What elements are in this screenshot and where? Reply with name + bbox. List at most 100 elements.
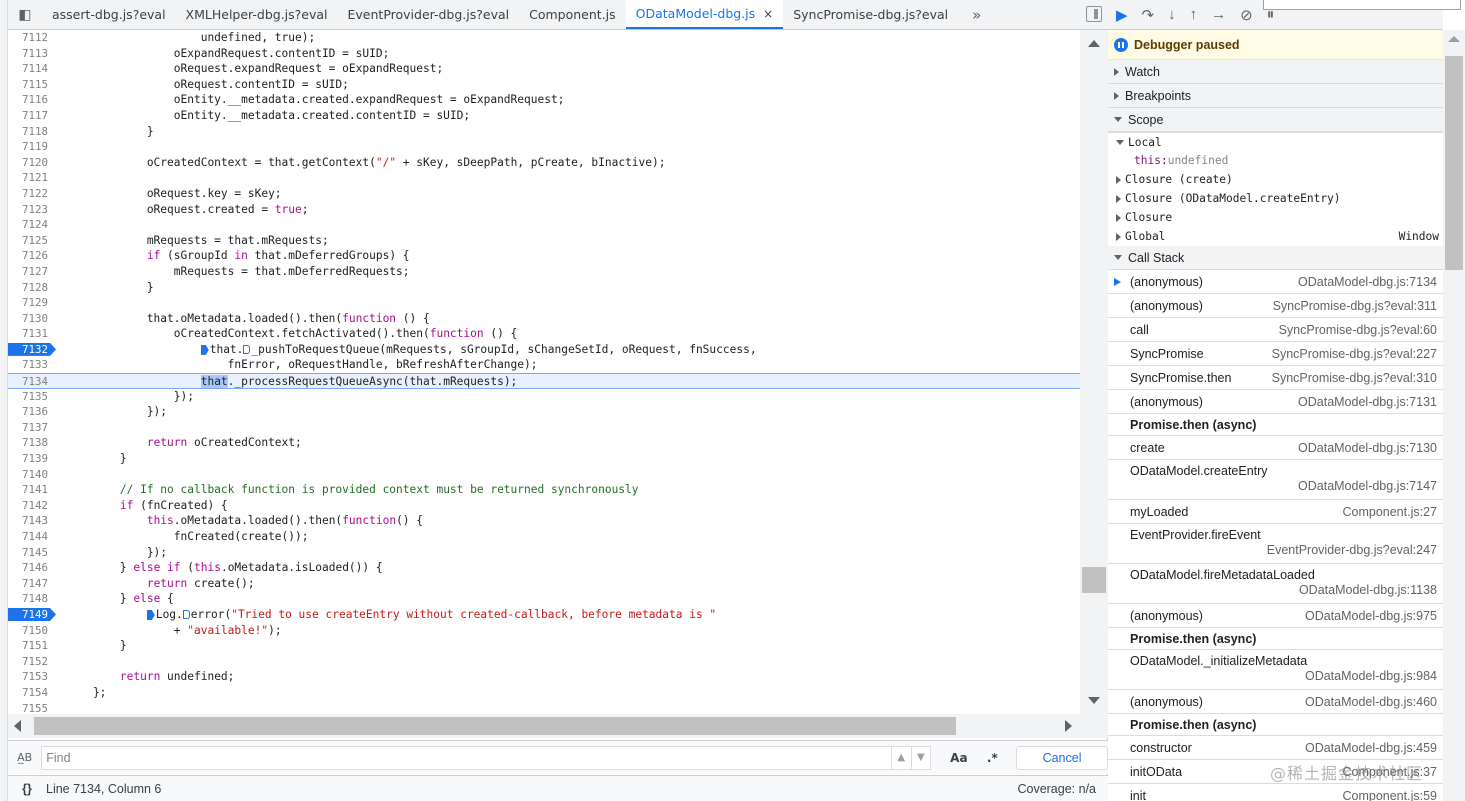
line-number[interactable]: 7141 — [8, 482, 54, 498]
tab-syncpromise-dbg-js-eval[interactable]: SyncPromise-dbg.js?eval — [783, 0, 958, 29]
code-line[interactable]: 7117 oEntity.__metadata.created.contentI… — [8, 108, 1080, 124]
scroll-thumb[interactable] — [1082, 567, 1106, 593]
regex-button[interactable]: .* — [981, 751, 1004, 765]
code-line[interactable]: 7118 } — [8, 124, 1080, 140]
code-line[interactable]: 7128 } — [8, 280, 1080, 296]
scope-group[interactable]: Closure — [1108, 208, 1443, 227]
scope-group[interactable]: Local — [1108, 132, 1443, 151]
scope-group[interactable]: Closure (ODataModel.createEntry) — [1108, 189, 1443, 208]
step-icon[interactable]: → — [1211, 6, 1226, 23]
line-number[interactable]: 7128 — [8, 280, 54, 296]
frame-location-link[interactable]: ODataModel-dbg.js:7134 — [1298, 275, 1437, 289]
code-line[interactable]: 7155 — [8, 701, 1080, 714]
call-frame[interactable]: SyncPromise.then SyncPromise-dbg.js?eval:… — [1108, 366, 1443, 390]
frame-location-link[interactable]: Component.js:37 — [1342, 765, 1437, 779]
editor-vertical-scrollbar[interactable] — [1080, 30, 1108, 714]
code-line[interactable]: 7146 } else if (this.oMetadata.isLoaded(… — [8, 560, 1080, 576]
frame-location-link[interactable]: Component.js:59 — [1342, 789, 1437, 801]
code-line[interactable]: 7124 — [8, 217, 1080, 233]
call-frame[interactable]: init Component.js:59 — [1108, 784, 1443, 801]
line-number[interactable]: 7139 — [8, 451, 54, 467]
find-previous-button[interactable]: ▲ — [891, 745, 912, 770]
step-into-icon[interactable]: ↓ — [1168, 6, 1176, 23]
code-line[interactable]: 7147 return create(); — [8, 576, 1080, 592]
sidebar-scroll-thumb[interactable] — [1445, 56, 1463, 270]
find-input[interactable] — [46, 750, 891, 765]
line-number[interactable]: 7142 — [8, 498, 54, 514]
call-frame[interactable]: myLoaded Component.js:27 — [1108, 500, 1443, 524]
code-line[interactable]: 7138 return oCreatedContext; — [8, 435, 1080, 451]
call-stack-section-header[interactable]: Call Stack — [1108, 246, 1443, 270]
code-line[interactable]: 7133 fnError, oRequestHandle, bRefreshAf… — [8, 357, 1080, 373]
find-field[interactable] — [41, 745, 892, 770]
line-number[interactable]: 7112 — [8, 30, 54, 46]
frame-location-link[interactable]: ODataModel-dbg.js:7131 — [1298, 395, 1437, 409]
code-line[interactable]: 7116 oEntity.__metadata.created.expandRe… — [8, 92, 1080, 108]
frame-location-link[interactable]: SyncPromise-dbg.js?eval:311 — [1273, 299, 1437, 313]
step-out-icon[interactable]: ↑ — [1190, 6, 1198, 23]
line-number[interactable]: 7121 — [8, 170, 54, 186]
tab-xmlhelper-dbg-js-eval[interactable]: XMLHelper-dbg.js?eval — [176, 0, 338, 29]
call-frame[interactable]: (anonymous) ODataModel-dbg.js:460 — [1108, 690, 1443, 714]
code-line[interactable]: 7142 if (fnCreated) { — [8, 498, 1080, 514]
line-number[interactable]: 7138 — [8, 435, 54, 451]
line-number[interactable]: 7140 — [8, 467, 54, 483]
call-frame[interactable]: EventProvider.fireEvent EventProvider-dbg… — [1108, 524, 1443, 564]
code-line[interactable]: 7153 return undefined; — [8, 669, 1080, 685]
scroll-right-icon[interactable] — [1065, 720, 1072, 732]
line-number[interactable]: 7145 — [8, 545, 54, 561]
code-line[interactable]: 7137 — [8, 420, 1080, 436]
call-frame[interactable]: ODataModel.fireMetadataLoaded ODataModel-… — [1108, 564, 1443, 604]
tab-eventprovider-dbg-js-eval[interactable]: EventProvider-dbg.js?eval — [338, 0, 520, 29]
code-line[interactable]: 7150 + "available!"); — [8, 623, 1080, 639]
line-number[interactable]: 7116 — [8, 92, 54, 108]
line-number[interactable]: 7147 — [8, 576, 54, 592]
tab-component-js[interactable]: Component.js — [519, 0, 626, 29]
line-number[interactable]: 7124 — [8, 217, 54, 233]
code-line[interactable]: 7143 this.oMetadata.loaded().then(functi… — [8, 513, 1080, 529]
call-frame[interactable]: ODataModel.createEntry ODataModel-dbg.js:… — [1108, 460, 1443, 500]
line-number[interactable]: 7150 — [8, 623, 54, 639]
line-number[interactable]: 7123 — [8, 202, 54, 218]
frame-location-link[interactable]: ODataModel-dbg.js:984 — [1130, 669, 1437, 683]
code-line[interactable]: 7113 oExpandRequest.contentID = sUID; — [8, 46, 1080, 62]
line-number[interactable]: 7155 — [8, 701, 54, 714]
code-line[interactable]: 7130 that.oMetadata.loaded().then(functi… — [8, 311, 1080, 327]
breakpoint-line-number[interactable]: 7149 — [8, 607, 56, 623]
scroll-up-icon[interactable] — [1448, 36, 1460, 42]
scope-group[interactable]: Closure (create) — [1108, 170, 1443, 189]
code-line[interactable]: 7126 if (sGroupId in that.mDeferredGroup… — [8, 248, 1080, 264]
line-number[interactable]: 7129 — [8, 295, 54, 311]
close-tab-icon[interactable]: × — [763, 7, 773, 21]
call-frame[interactable]: (anonymous) ODataModel-dbg.js:975 — [1108, 604, 1443, 628]
code-line[interactable]: 7149 Log. error("Tried to use createEntry… — [8, 607, 1080, 623]
watch-section-header[interactable]: Watch — [1108, 60, 1443, 84]
line-number[interactable]: 7122 — [8, 186, 54, 202]
scope-group[interactable]: Global Window — [1108, 227, 1443, 246]
call-frame[interactable]: SyncPromise SyncPromise-dbg.js?eval:227 — [1108, 342, 1443, 366]
cancel-button[interactable]: Cancel — [1016, 745, 1109, 770]
line-number[interactable]: 7136 — [8, 404, 54, 420]
call-frame[interactable]: (anonymous) SyncPromise-dbg.js?eval:311 — [1108, 294, 1443, 318]
line-number[interactable]: 7131 — [8, 326, 54, 342]
code-line[interactable]: 7141 // If no callback function is provi… — [8, 482, 1080, 498]
match-case-button[interactable]: Aa — [947, 751, 970, 765]
code-line[interactable]: 7140 — [8, 467, 1080, 483]
code-line[interactable]: 7136 }); — [8, 404, 1080, 420]
more-tabs-icon[interactable]: » — [958, 0, 995, 29]
line-number[interactable]: 7137 — [8, 420, 54, 436]
scope-variable[interactable]: this: undefined — [1108, 151, 1443, 170]
code-line[interactable]: 7144 fnCreated(create()); — [8, 529, 1080, 545]
line-number[interactable]: 7144 — [8, 529, 54, 545]
line-number[interactable]: 7153 — [8, 669, 54, 685]
frame-location-link[interactable]: ODataModel-dbg.js:975 — [1305, 609, 1437, 623]
line-number[interactable]: 7126 — [8, 248, 54, 264]
code-line[interactable]: 7132 that. _pushToRequestQueue(mRequests,… — [8, 342, 1080, 358]
scroll-left-icon[interactable] — [14, 720, 21, 732]
code-line[interactable]: 7152 — [8, 654, 1080, 670]
line-number[interactable]: 7113 — [8, 46, 54, 62]
call-frame[interactable]: call SyncPromise-dbg.js?eval:60 — [1108, 318, 1443, 342]
code-line[interactable]: 7119 — [8, 139, 1080, 155]
find-replace-toggle-icon[interactable]: A̲B — [8, 751, 41, 764]
line-number[interactable]: 7130 — [8, 311, 54, 327]
